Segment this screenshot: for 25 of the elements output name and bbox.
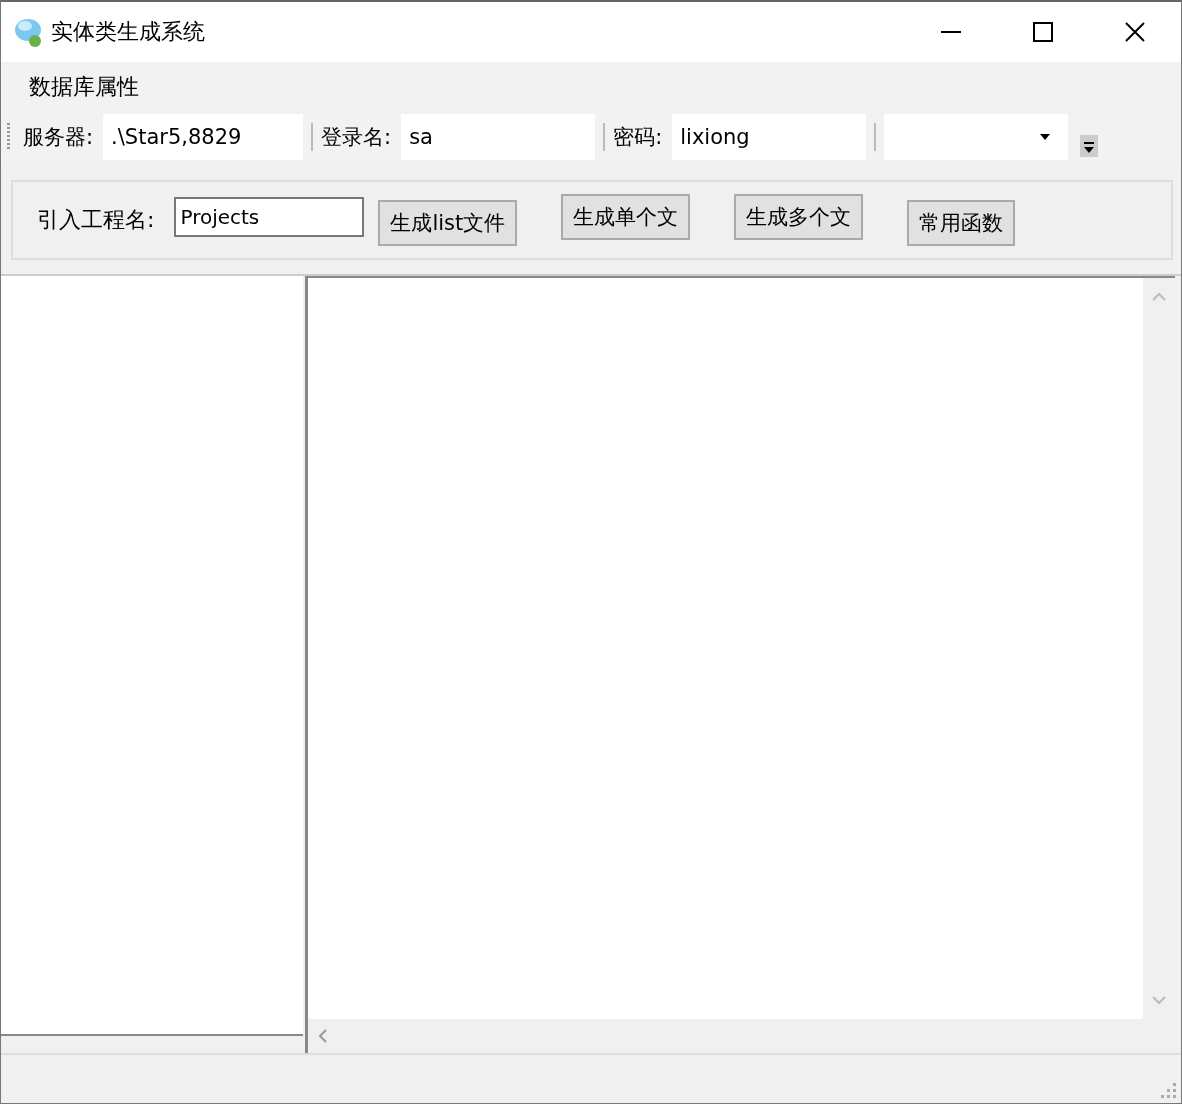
dropdown-arrow-icon: [1040, 134, 1051, 140]
scroll-up-icon[interactable]: [1152, 292, 1166, 302]
text-field[interactable]: lixiong: [672, 114, 867, 160]
text-field[interactable]: .\Star5,8829: [103, 114, 304, 160]
project-label: 引入工程名:: [37, 206, 155, 234]
window-title: 实体类生成系统: [51, 18, 205, 46]
action-button[interactable]: 生成多个文: [734, 194, 864, 240]
text-field[interactable]: sa: [401, 114, 596, 160]
close-icon: [1124, 21, 1146, 43]
scroll-left-icon[interactable]: [318, 1029, 328, 1043]
action-button[interactable]: 生成list文件: [378, 200, 518, 246]
field-label: 密码:: [613, 124, 663, 151]
maximize-icon: [1032, 21, 1054, 43]
toolbar-overflow-icon[interactable]: [1080, 135, 1099, 157]
minimize-icon: [940, 31, 962, 33]
scroll-down-icon[interactable]: [1152, 995, 1166, 1005]
resize-grip-icon[interactable]: [1159, 1081, 1177, 1099]
toolbar-grip-icon: [7, 122, 11, 152]
field-label: 服务器:: [23, 124, 94, 151]
dropdown-field[interactable]: [884, 114, 1069, 160]
action-button[interactable]: 常用函数: [907, 200, 1016, 246]
project-field[interactable]: Projects: [174, 197, 365, 237]
menu-item[interactable]: 数据库属性: [21, 68, 147, 106]
action-button[interactable]: 生成单个文: [561, 194, 691, 240]
field-label: 登录名:: [321, 124, 392, 151]
